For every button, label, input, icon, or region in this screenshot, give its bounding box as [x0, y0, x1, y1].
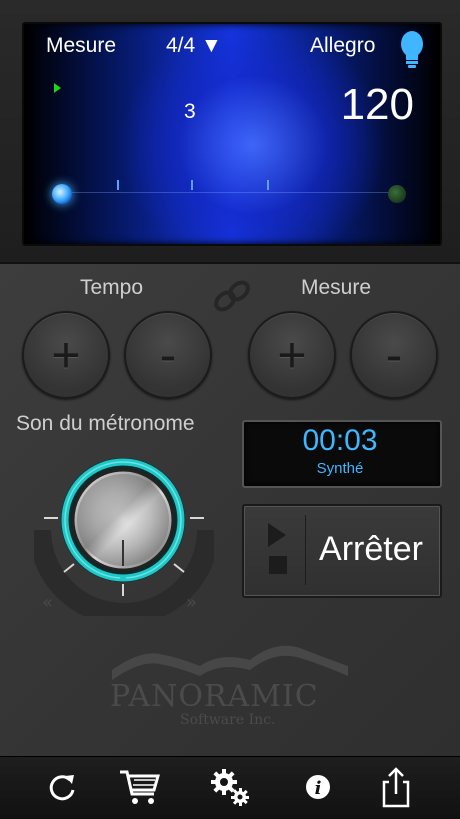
beat-track: [62, 192, 398, 193]
logo-subtitle: Software Inc.: [180, 712, 275, 728]
settings-gears-icon[interactable]: [208, 766, 252, 808]
share-icon[interactable]: [374, 766, 418, 808]
measure-controls-label: Mesure: [301, 276, 372, 299]
tempo-name: Allegro: [310, 34, 376, 57]
logo-wordmark: PANORAMIC: [110, 679, 319, 714]
sound-label: Son du métronome: [16, 412, 195, 435]
tempo-minus-button[interactable]: -: [124, 311, 212, 399]
beat-dot-end: [388, 185, 406, 203]
svg-text:«: «: [42, 592, 53, 613]
light-bulb-icon[interactable]: [400, 30, 424, 72]
tempo-plus-button[interactable]: +: [22, 311, 110, 399]
svg-text:»: »: [186, 592, 197, 613]
stop-icon: [269, 556, 287, 574]
sound-name: Synthé: [316, 460, 364, 477]
beat-tick: [191, 180, 193, 190]
refresh-icon[interactable]: [40, 766, 84, 808]
cart-icon[interactable]: [118, 766, 162, 808]
bpm-value: 120: [340, 80, 414, 129]
sound-knob[interactable]: « »: [34, 456, 214, 616]
beat-number: 3: [184, 100, 196, 123]
tempo-label: Tempo: [80, 276, 144, 299]
stop-label: Arrêter: [319, 530, 423, 568]
elapsed-time: 00:03: [302, 424, 378, 457]
measure-minus-button[interactable]: -: [350, 311, 438, 399]
beat-tick: [117, 180, 119, 190]
measure-label: Mesure: [46, 34, 117, 57]
measure-plus-button[interactable]: +: [248, 311, 336, 399]
info-icon[interactable]: i: [296, 766, 340, 808]
time-signature-selector[interactable]: 4/4 ▼: [166, 34, 222, 58]
beat-indicator-icon: [54, 83, 61, 93]
play-icon: [268, 523, 286, 547]
beat-dot-active: [52, 184, 72, 204]
panoramic-logo: PANORAMIC Software Inc.: [110, 645, 348, 728]
svg-text:i: i: [315, 778, 322, 799]
link-icon[interactable]: [208, 276, 256, 316]
beat-tick: [267, 180, 269, 190]
